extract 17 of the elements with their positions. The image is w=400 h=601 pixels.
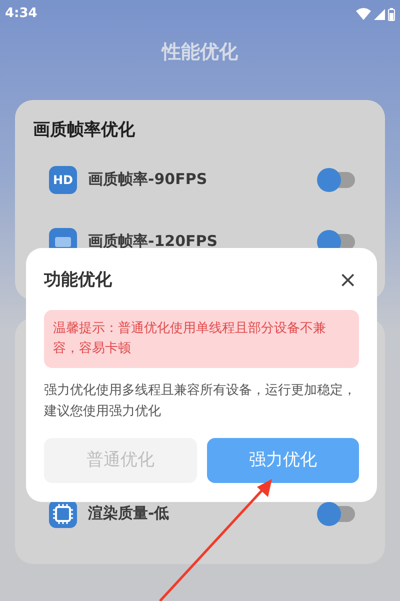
card-title: 画质帧率优化 xyxy=(33,119,136,142)
close-button[interactable]: × xyxy=(336,270,359,292)
toggle-switch[interactable] xyxy=(317,502,355,526)
wifi-icon xyxy=(356,8,371,20)
setting-label: 渲染质量-低 xyxy=(88,503,170,524)
status-time: 4:34 xyxy=(5,5,38,24)
page-title: 性能优化 xyxy=(162,40,238,65)
setting-label: 画质帧率-90FPS xyxy=(88,169,208,190)
dialog-message: 强力优化使用多线程且兼容所有设备，运行更加稳定，建议您使用强力优化 xyxy=(44,382,357,421)
option-button[interactable]: 强力优化 xyxy=(206,438,359,483)
signal-icon xyxy=(374,8,385,20)
battery-icon xyxy=(388,8,395,20)
warning-message: 温馨提示：普通优化使用单线程且部分设备不兼容，容易卡顿 xyxy=(44,310,359,368)
toggle-switch[interactable] xyxy=(317,168,355,192)
setting-label: 画质帧率-120FPS xyxy=(88,231,219,252)
dialog-title: 功能优化 xyxy=(44,269,112,292)
hd-icon: HD xyxy=(49,166,77,194)
